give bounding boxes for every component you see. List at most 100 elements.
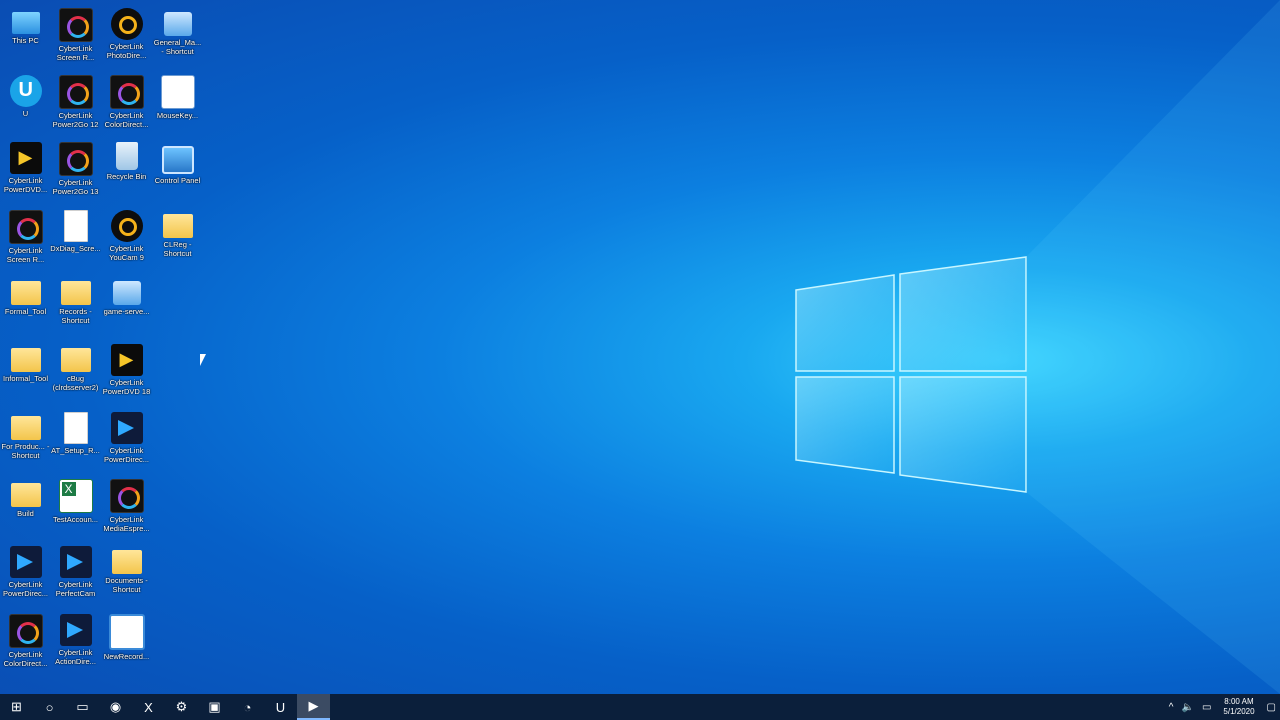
desktop-icon[interactable]: DxDiag_Scre... (50, 206, 101, 272)
desktop-icon-label: CyberLink PhotoDire... (106, 42, 147, 60)
desktop-icon-label: AT_Setup_R... (51, 446, 100, 455)
desktop-icon[interactable]: CyberLink Screen R... (0, 206, 51, 272)
system-tray: ^ 🔈 ▭ 8:00 AM 5/1/2020 ▢ (1165, 694, 1280, 720)
desktop-icon-label: DxDiag_Scre... (50, 244, 101, 253)
desktop-icon[interactable]: Records - Shortcut (50, 273, 101, 339)
notification-center-icon[interactable]: ▢ (1263, 702, 1280, 713)
taskbar-file-explorer-button[interactable]: ▭ (66, 694, 99, 720)
pc-icon (11, 12, 40, 34)
folder-icon (10, 281, 41, 305)
bin-icon (115, 142, 138, 170)
round-icon (110, 210, 143, 242)
taskbar-chrome-button[interactable]: ◉ (99, 694, 132, 720)
desktop-icon[interactable]: CyberLink YouCam 9 (101, 206, 152, 272)
chrome-icon: ◉ (109, 699, 122, 714)
desktop-icon-label: CyberLink PowerDVD 18 (102, 378, 151, 396)
desktop-icon-label: CyberLink PowerDirec... (103, 446, 149, 464)
desktop-icon[interactable]: AT_Setup_R... (50, 408, 101, 474)
desktop-icon[interactable]: TestAccoun... (50, 475, 101, 541)
folder-icon (10, 348, 41, 372)
film-icon (108, 614, 145, 650)
desktop-icon[interactable]: MouseKey... (152, 71, 203, 137)
desktop-icon-label: cBug (clrdsserver2) (52, 374, 99, 392)
desktop-icon[interactable]: General_Ma... - Shortcut (152, 4, 203, 70)
desktop-icon[interactable]: CyberLink ColorDirect... (101, 71, 152, 137)
taskbar-window-app-button[interactable]: ▣ (198, 694, 231, 720)
desktop-icon-label: CyberLink PowerDirec... (2, 580, 48, 598)
desktop-icon[interactable]: This PC (0, 4, 51, 70)
screen-recorder-icon: ▶ (308, 698, 319, 713)
search-button[interactable]: ○ (33, 694, 66, 720)
desktop-icon-label: CyberLink Power2Go 13 (52, 178, 99, 196)
desktop-icon[interactable]: CyberLink MediaEspre... (101, 475, 152, 541)
desktop-icon[interactable]: CyberLink ColorDirect... (0, 610, 51, 676)
desktop-icon-label: CyberLink PowerDVD... (3, 176, 48, 194)
desktop-icon-label: Formal_Tool (4, 307, 47, 316)
folder-icon (60, 281, 91, 305)
desktop-icon[interactable]: CyberLink PowerDirec... (0, 542, 51, 608)
excel-icon: X (144, 699, 153, 715)
desktop-icon[interactable]: CyberLink PhotoDire... (101, 4, 152, 70)
desktop-icon[interactable]: CyberLink PowerDirec... (101, 408, 152, 474)
clock-time: 8:00 AM (1224, 697, 1254, 706)
taskbar-u-app-button[interactable]: U (264, 694, 297, 720)
tool-icon: ⚙ (175, 699, 188, 714)
volume-icon[interactable]: 🔈 (1178, 702, 1198, 713)
desktop[interactable]: This PC CyberLink Screen R... CyberLink Ph… (0, 0, 1280, 694)
desktop-icon[interactable]: CyberLink PowerDVD... (0, 138, 51, 204)
desktop-icon-label: Control Panel (154, 176, 201, 185)
desktop-icon-label: CyberLink YouCam 9 (109, 244, 144, 262)
desktop-icon[interactable]: CyberLink PowerDVD 18 (101, 340, 152, 406)
net-icon (163, 12, 192, 36)
search-icon: ○ (45, 699, 54, 715)
clock-date: 5/1/2020 (1223, 707, 1255, 716)
folder-icon (162, 214, 193, 238)
folder-icon (60, 348, 91, 372)
desktop-icon[interactable]: NewRecord... (101, 610, 152, 676)
dark-icon (58, 142, 93, 176)
show-hidden-icons-chevron-icon[interactable]: ^ (1165, 702, 1178, 713)
desktop-icon[interactable]: cBug (clrdsserver2) (50, 340, 101, 406)
desktop-icon-label: CyberLink Screen R... (6, 246, 45, 264)
desktop-icon-label: CyberLink MediaEspre... (103, 515, 150, 533)
desktop-icon-label: Informal_Tool (2, 374, 49, 383)
power-icon (9, 142, 42, 174)
desktop-icon[interactable]: For Produc... - Shortcut (0, 408, 51, 474)
blue-icon (59, 546, 92, 578)
desktop-icon[interactable]: CLReg - Shortcut (152, 206, 203, 272)
desktop-icon-label: For Produc... - Shortcut (1, 442, 50, 460)
network-icon[interactable]: ▭ (1198, 702, 1215, 713)
mouse-cursor (200, 354, 206, 366)
desktop-icon-label: CyberLink Screen R... (56, 44, 95, 62)
doc-icon (63, 412, 88, 444)
desktop-icon-label: CLReg - Shortcut (163, 240, 192, 258)
blue-icon (110, 412, 143, 444)
doc-icon (63, 210, 88, 242)
desktop-icon-label: Build (17, 509, 34, 518)
desktop-icon[interactable]: CyberLink Power2Go 13 (50, 138, 101, 204)
start-button[interactable]: ⊞ (0, 694, 33, 720)
desktop-icon-label: Records - Shortcut (59, 307, 92, 325)
desktop-icon[interactable]: game-serve... (101, 273, 152, 339)
desktop-icon[interactable]: Build (0, 475, 51, 541)
taskbar: ⊞ ○ ▭ ◉ X ⚙ ▣ ◔ U ▶ ^ 🔈 ▭ 8:00 AM 5/1/2020 ▢ (0, 694, 1280, 720)
taskbar-excel-button[interactable]: X (132, 694, 165, 720)
clock[interactable]: 8:00 AM 5/1/2020 (1215, 697, 1262, 717)
desktop-icon[interactable]: Documents - Shortcut (101, 542, 152, 608)
desktop-icon[interactable]: Control Panel (152, 138, 203, 204)
desktop-icon-label: game-serve... (103, 307, 150, 316)
dark-icon (58, 75, 93, 109)
desktop-icon[interactable]: U (0, 71, 51, 137)
desktop-icon[interactable]: CyberLink Power2Go 12 (50, 71, 101, 137)
file-explorer-icon: ▭ (76, 699, 89, 714)
taskbar-screen-recorder-button[interactable]: ▶ (297, 694, 330, 720)
desktop-icon[interactable]: Formal_Tool (0, 273, 51, 339)
desktop-icon[interactable]: CyberLink PerfectCam (50, 542, 101, 608)
desktop-icon[interactable]: CyberLink Screen R... (50, 4, 101, 70)
taskbar-tool-button[interactable]: ⚙ (165, 694, 198, 720)
desktop-icon[interactable]: Informal_Tool (0, 340, 51, 406)
taskbar-clock-app-button[interactable]: ◔ (231, 694, 264, 720)
desktop-icon-label: CyberLink PerfectCam (55, 580, 96, 598)
desktop-icon[interactable]: Recycle Bin (101, 138, 152, 204)
desktop-icon[interactable]: CyberLink ActionDire... (50, 610, 101, 676)
